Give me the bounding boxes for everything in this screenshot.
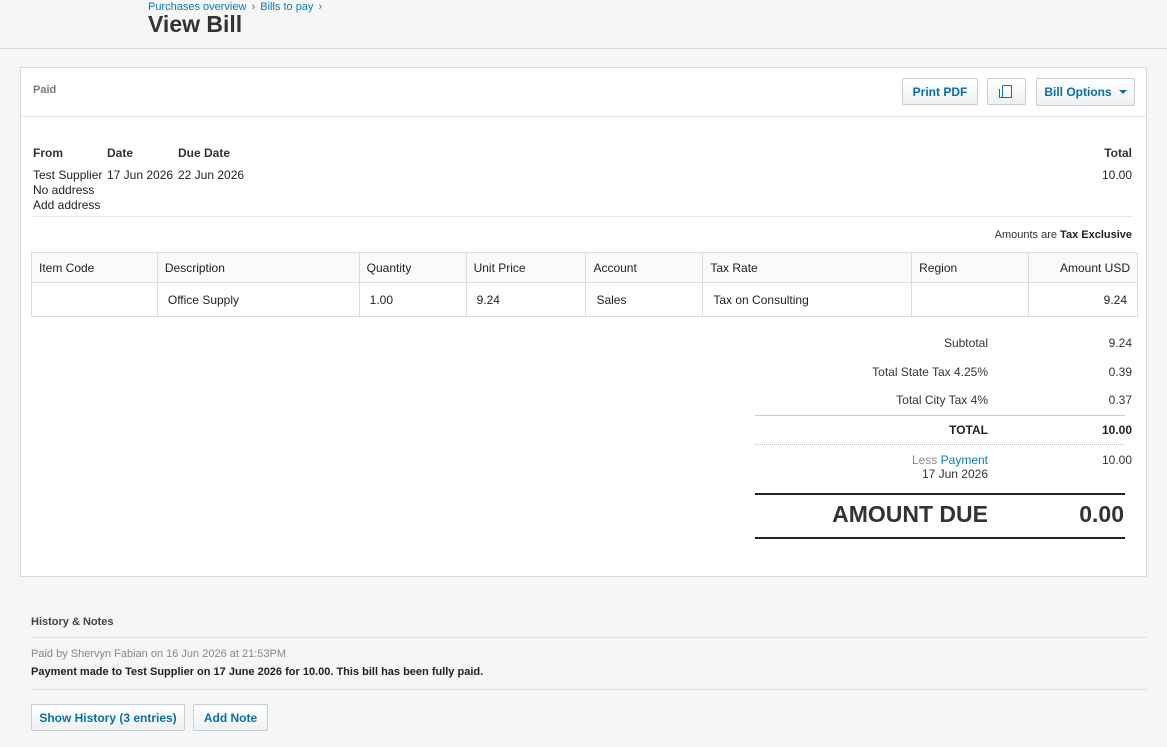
subtotal-label: Subtotal (943, 336, 988, 350)
status-label: Paid (33, 84, 57, 96)
payment-link[interactable]: Payment (941, 453, 988, 467)
city-tax-value: 0.37 (1108, 393, 1132, 407)
column-description: Description (156, 252, 360, 283)
total-header: Total (1104, 146, 1132, 160)
amounts-mode: Tax Exclusive (1060, 229, 1132, 241)
cell-unit-price: 9.24 (465, 282, 587, 317)
history-divider (31, 637, 1147, 638)
line-items-table: Item Code Description Quantity Unit Pric… (31, 252, 1138, 317)
column-quantity: Quantity (358, 252, 467, 283)
less-text: Less (911, 453, 938, 467)
amount-due-value: 0.00 (1079, 501, 1124, 527)
history-entry-note: Payment made to Test Supplier on 17 June… (31, 666, 484, 678)
totals-divider (755, 415, 1125, 416)
breadcrumb-separator: › (251, 1, 256, 13)
history-entry-meta: Paid by Shervyn Fabian on 16 Jun 2026 at… (31, 648, 287, 660)
column-unit-price: Unit Price (465, 252, 587, 283)
page-header: Purchases overview › Bills to pay › View… (0, 0, 1167, 49)
cell-region (911, 282, 1030, 317)
bill-total: 10.00 (1101, 168, 1132, 182)
breadcrumb-bills-to-pay[interactable]: Bills to pay (260, 1, 313, 13)
due-date-header: Due Date (178, 146, 231, 160)
print-pdf-button[interactable]: Print PDF (902, 78, 978, 105)
date-header: Date (107, 146, 134, 160)
column-tax-rate: Tax Rate (702, 252, 913, 283)
bill-card: Paid Print PDF Bill Options From Date Du… (20, 67, 1147, 577)
payment-date: 17 Jun 2026 (921, 467, 988, 481)
bill-options-button[interactable]: Bill Options (1036, 78, 1135, 106)
supplier-link[interactable]: Test Supplier (33, 168, 102, 182)
amount-due-top-rule (755, 493, 1125, 495)
less-payment-label: Less Payment (912, 453, 988, 467)
no-address-text: No address (33, 183, 95, 197)
copy-document-icon (998, 85, 1012, 98)
column-item-code: Item Code (31, 252, 158, 283)
from-header: From (33, 146, 63, 160)
bill-options-label: Bill Options (1044, 85, 1112, 99)
state-tax-label: Total State Tax 4.25% (872, 365, 988, 379)
total-label: TOTAL (949, 423, 988, 437)
column-account: Account (585, 252, 704, 283)
cell-account: Sales (585, 282, 704, 317)
history-divider (31, 689, 1147, 690)
bill-date: 17 Jun 2026 (107, 168, 174, 182)
breadcrumb-separator: › (318, 1, 323, 13)
amounts-tax-mode: Amounts are Tax Exclusive (995, 229, 1132, 241)
cell-amount: 9.24 (1028, 282, 1138, 317)
totals-dotted-divider (755, 444, 1125, 445)
cell-item-code (31, 282, 158, 317)
copy-button[interactable] (987, 78, 1026, 105)
add-address-link[interactable]: Add address (33, 198, 100, 212)
bill-due-date: 22 Jun 2026 (178, 168, 245, 182)
table-row[interactable]: Office Supply 1.00 9.24 Sales Tax on Con… (31, 282, 1138, 317)
page-title: View Bill (148, 11, 243, 37)
amounts-prefix: Amounts are (994, 229, 1057, 241)
state-tax-value: 0.39 (1108, 365, 1132, 379)
total-value: 10.00 (1101, 423, 1132, 437)
show-history-button[interactable]: Show History (3 entries) (31, 704, 185, 731)
subtotal-value: 9.24 (1108, 336, 1132, 350)
add-note-button[interactable]: Add Note (193, 704, 268, 731)
history-notes-title: History & Notes (31, 616, 114, 628)
chevron-down-icon (1118, 90, 1127, 94)
cell-quantity: 1.00 (358, 282, 467, 317)
amount-due-bottom-rule (755, 537, 1125, 539)
column-region: Region (911, 252, 1030, 283)
table-header-row: Item Code Description Quantity Unit Pric… (31, 252, 1138, 283)
amount-due-label: AMOUNT DUE (832, 501, 988, 527)
payment-amount[interactable]: 10.00 (1102, 453, 1132, 467)
cell-description: Office Supply (156, 282, 360, 317)
bill-card-header: Paid Print PDF Bill Options (21, 68, 1146, 117)
city-tax-label: Total City Tax 4% (896, 393, 988, 407)
column-amount: Amount USD (1028, 252, 1138, 283)
cell-tax-rate: Tax on Consulting (702, 282, 913, 317)
divider (33, 216, 1133, 217)
